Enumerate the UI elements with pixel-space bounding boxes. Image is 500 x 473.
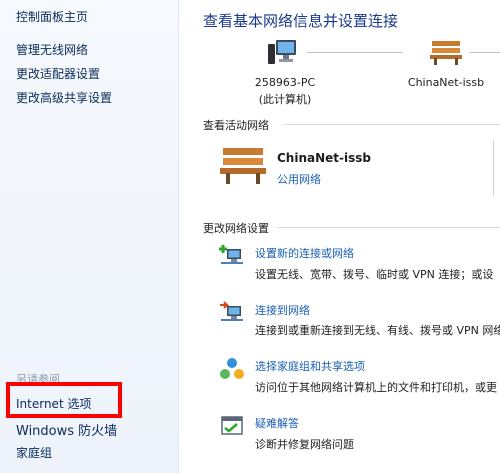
active-network-name: ChinaNet-issb (277, 151, 371, 165)
setup-new-connection-desc: 设置无线、宽带、拨号、临时或 VPN 连接；或设 (255, 268, 494, 281)
network-bench-icon (429, 38, 463, 66)
connect-to-network-desc: 连接到或重新连接到无线、有线、拨号或 VPN 网络 (255, 324, 500, 337)
active-network-divider (493, 140, 494, 196)
homegroup-icon (219, 357, 245, 381)
new-connection-icon (219, 244, 245, 268)
map-connector-line-2 (469, 52, 500, 53)
homegroup-sharing-link[interactable]: 选择家庭组和共享选项 (255, 358, 365, 374)
manage-wireless-link[interactable]: 管理无线网络 (16, 41, 88, 58)
page-title: 查看基本网络信息并设置连接 (203, 12, 399, 30)
network-type-link[interactable]: 公用网络 (277, 171, 321, 187)
homegroup-link[interactable]: 家庭组 (16, 444, 52, 461)
troubleshoot-icon (219, 414, 245, 438)
control-panel-home-link[interactable]: 控制面板主页 (16, 8, 88, 25)
active-networks-heading: 查看活动网络 (203, 119, 269, 132)
map-connector-line (307, 52, 403, 53)
change-settings-rule (277, 227, 500, 228)
connect-to-network-link[interactable]: 连接到网络 (255, 302, 310, 318)
troubleshoot-desc: 诊断并修复网络问题 (255, 438, 354, 451)
computer-icon (267, 38, 301, 66)
computer-name-label: 258963-PC (254, 76, 316, 89)
setup-new-connection-link[interactable]: 设置新的连接或网络 (255, 245, 354, 261)
firewall-highlight-box (6, 382, 122, 418)
main-content: 查看基本网络信息并设置连接 258963-PC (此计算机) ChinaNet-… (179, 0, 500, 473)
map-network-name-label: ChinaNet-issb (407, 76, 485, 89)
computer-caption-label: (此计算机) (258, 93, 312, 106)
change-adapter-settings-link[interactable]: 更改适配器设置 (16, 65, 100, 82)
active-networks-rule (283, 124, 500, 125)
windows-firewall-link[interactable]: Windows 防火墙 (16, 420, 117, 439)
troubleshoot-link[interactable]: 疑难解答 (255, 415, 299, 431)
connect-network-icon (219, 301, 245, 325)
active-network-bench-icon (219, 144, 267, 186)
homegroup-sharing-desc: 访问位于其他网络计算机上的文件和打印机，或更 (255, 381, 497, 394)
change-settings-heading: 更改网络设置 (203, 222, 269, 235)
change-advanced-sharing-link[interactable]: 更改高级共享设置 (16, 89, 112, 106)
